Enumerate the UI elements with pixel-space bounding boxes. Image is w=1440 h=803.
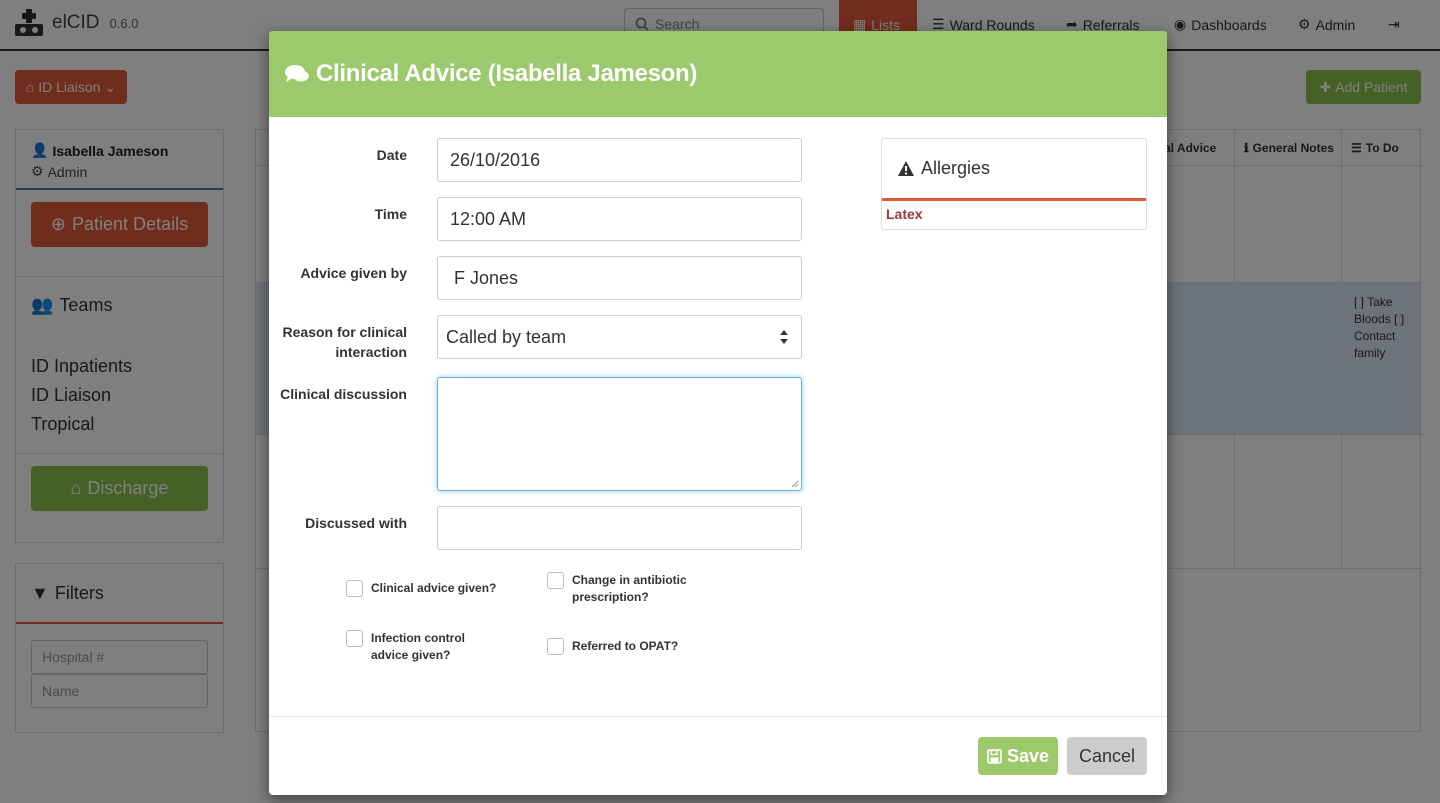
- allergies-panel: Allergies Latex: [881, 138, 1147, 230]
- date-label: Date: [376, 147, 407, 163]
- allergies-heading-label: Allergies: [921, 158, 991, 178]
- save-label: Save: [1006, 745, 1050, 766]
- reason-select-value: Called by team: [446, 326, 567, 347]
- advice-given-by-label: Advice given by: [300, 265, 407, 281]
- modal-footer: Save Cancel: [269, 716, 1167, 795]
- allergies-heading: Allergies: [882, 139, 1146, 201]
- referred-to-opat-checkbox[interactable]: [547, 638, 564, 655]
- discussed-with-label: Discussed with: [305, 515, 407, 531]
- referred-to-opat-label: Referred to OPAT?: [572, 639, 679, 653]
- modal-title: Clinical Advice (Isabella Jameson): [316, 60, 698, 87]
- allergy-item: Latex: [886, 206, 923, 222]
- infection-control-advice-label: Infection control advice given?: [371, 631, 465, 662]
- time-label: Time: [374, 206, 407, 222]
- clinical-advice-given-label: Clinical advice given?: [371, 581, 497, 595]
- save-icon: [987, 748, 1002, 764]
- advice-given-by-input[interactable]: F Jones: [437, 256, 802, 300]
- time-input[interactable]: 12:00 AM: [437, 197, 802, 241]
- clinical-advice-given-checkbox[interactable]: [346, 580, 363, 597]
- change-in-antibiotic-checkbox[interactable]: [547, 572, 564, 589]
- save-button[interactable]: Save: [978, 737, 1058, 775]
- infection-control-advice-checkbox[interactable]: [346, 630, 363, 647]
- select-arrows-icon: [780, 330, 788, 344]
- change-in-antibiotic-label: Change in antibiotic prescription?: [572, 573, 687, 604]
- comments-icon: [285, 65, 309, 82]
- modal-header: Clinical Advice (Isabella Jameson): [269, 31, 1167, 117]
- date-input[interactable]: 26/10/2016: [437, 138, 802, 182]
- clinical-advice-modal: Clinical Advice (Isabella Jameson) Date …: [269, 31, 1167, 795]
- resize-handle-icon[interactable]: [791, 480, 799, 488]
- clinical-discussion-label: Clinical discussion: [280, 386, 407, 402]
- discussed-with-input[interactable]: [437, 506, 802, 550]
- reason-label: Reason for clinical interaction: [282, 324, 407, 360]
- cancel-button[interactable]: Cancel: [1067, 737, 1147, 775]
- clinical-discussion-textarea[interactable]: [437, 377, 802, 491]
- warning-icon: [898, 161, 914, 176]
- reason-select[interactable]: Called by team: [437, 315, 802, 359]
